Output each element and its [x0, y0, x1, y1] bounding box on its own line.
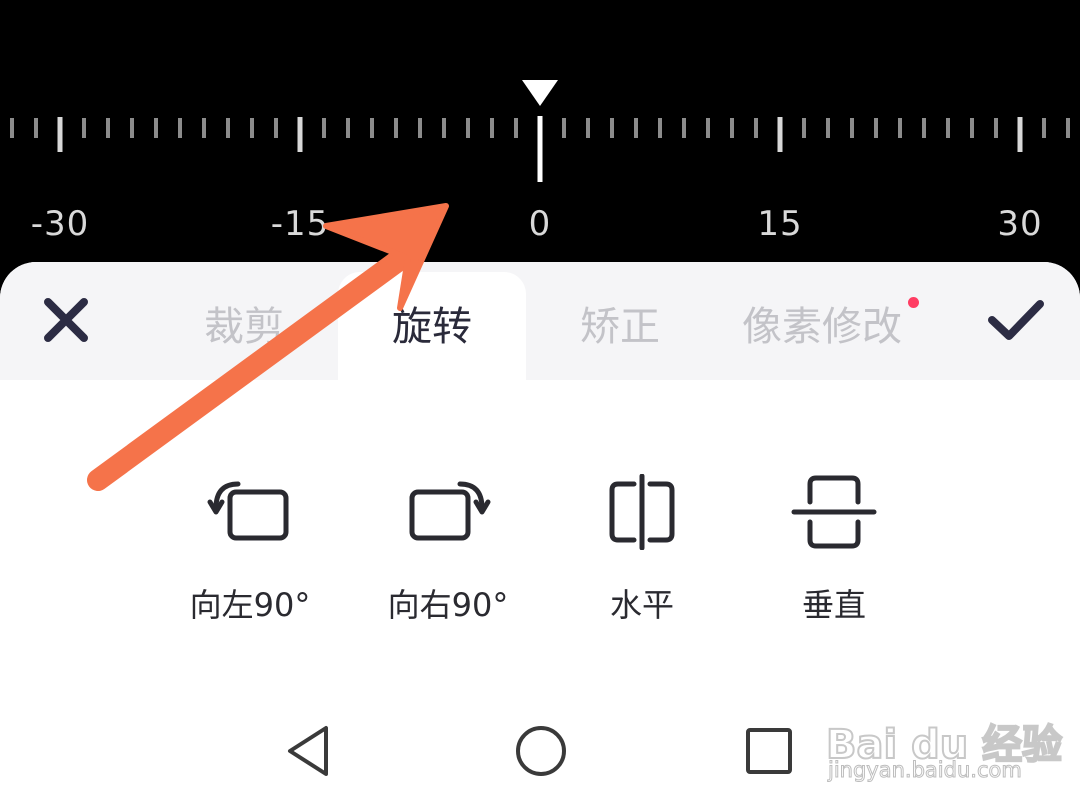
watermark-url: jingyan.baidu.com: [828, 758, 1023, 783]
tab-crop[interactable]: 裁剪: [192, 302, 296, 352]
close-icon: [44, 298, 88, 342]
flip-vertical-button[interactable]: 垂直: [754, 474, 914, 626]
confirm-button[interactable]: [984, 288, 1048, 352]
rotate-left-icon: [207, 481, 289, 541]
rotate-left-label: 向左90°: [189, 586, 311, 624]
back-triangle-icon[interactable]: [284, 724, 334, 778]
ruler-label-30: 30: [997, 204, 1043, 244]
flip-horizontal-button[interactable]: 水平: [562, 474, 722, 626]
home-circle-icon[interactable]: [514, 724, 568, 778]
tab-bar: 裁剪 旋转 矫正 像素修改: [0, 262, 1080, 392]
ruler-ticks[interactable]: [0, 0, 1080, 300]
new-badge-dot: [908, 297, 919, 308]
tab-rotate[interactable]: 旋转: [372, 302, 492, 352]
close-button[interactable]: [34, 288, 98, 352]
ruler-pointer-icon: [522, 80, 558, 106]
rotate-right-button[interactable]: 向右90°: [368, 474, 528, 626]
tab-pixel-edit[interactable]: 像素修改: [732, 302, 912, 352]
baidu-jingyan-watermark: Bai du 经验 jingyan.baidu.com: [825, 696, 1063, 792]
rotate-right-icon: [409, 481, 491, 541]
tab-straighten[interactable]: 矫正: [566, 302, 674, 352]
rotate-editor-screen: -30 -15 0 15 30 裁剪 旋转 矫正 像素修改 向左90° 向右90…: [0, 0, 1080, 810]
ruler-label-minus-30: -30: [30, 204, 90, 244]
ruler-label-15: 15: [757, 204, 803, 244]
rotate-right-label: 向右90°: [387, 586, 509, 624]
ruler-label-minus-15: -15: [270, 204, 330, 244]
angle-ruler[interactable]: -30 -15 0 15 30: [0, 0, 1080, 300]
flip-vertical-icon: [791, 475, 877, 549]
ruler-label-0: 0: [528, 204, 552, 244]
flip-horizontal-icon: [609, 474, 675, 550]
flip-vertical-label: 垂直: [801, 586, 866, 624]
flip-horizontal-label: 水平: [609, 586, 674, 624]
rotate-left-button[interactable]: 向左90°: [170, 474, 330, 626]
recents-square-icon[interactable]: [744, 726, 794, 776]
check-icon: [988, 300, 1044, 340]
